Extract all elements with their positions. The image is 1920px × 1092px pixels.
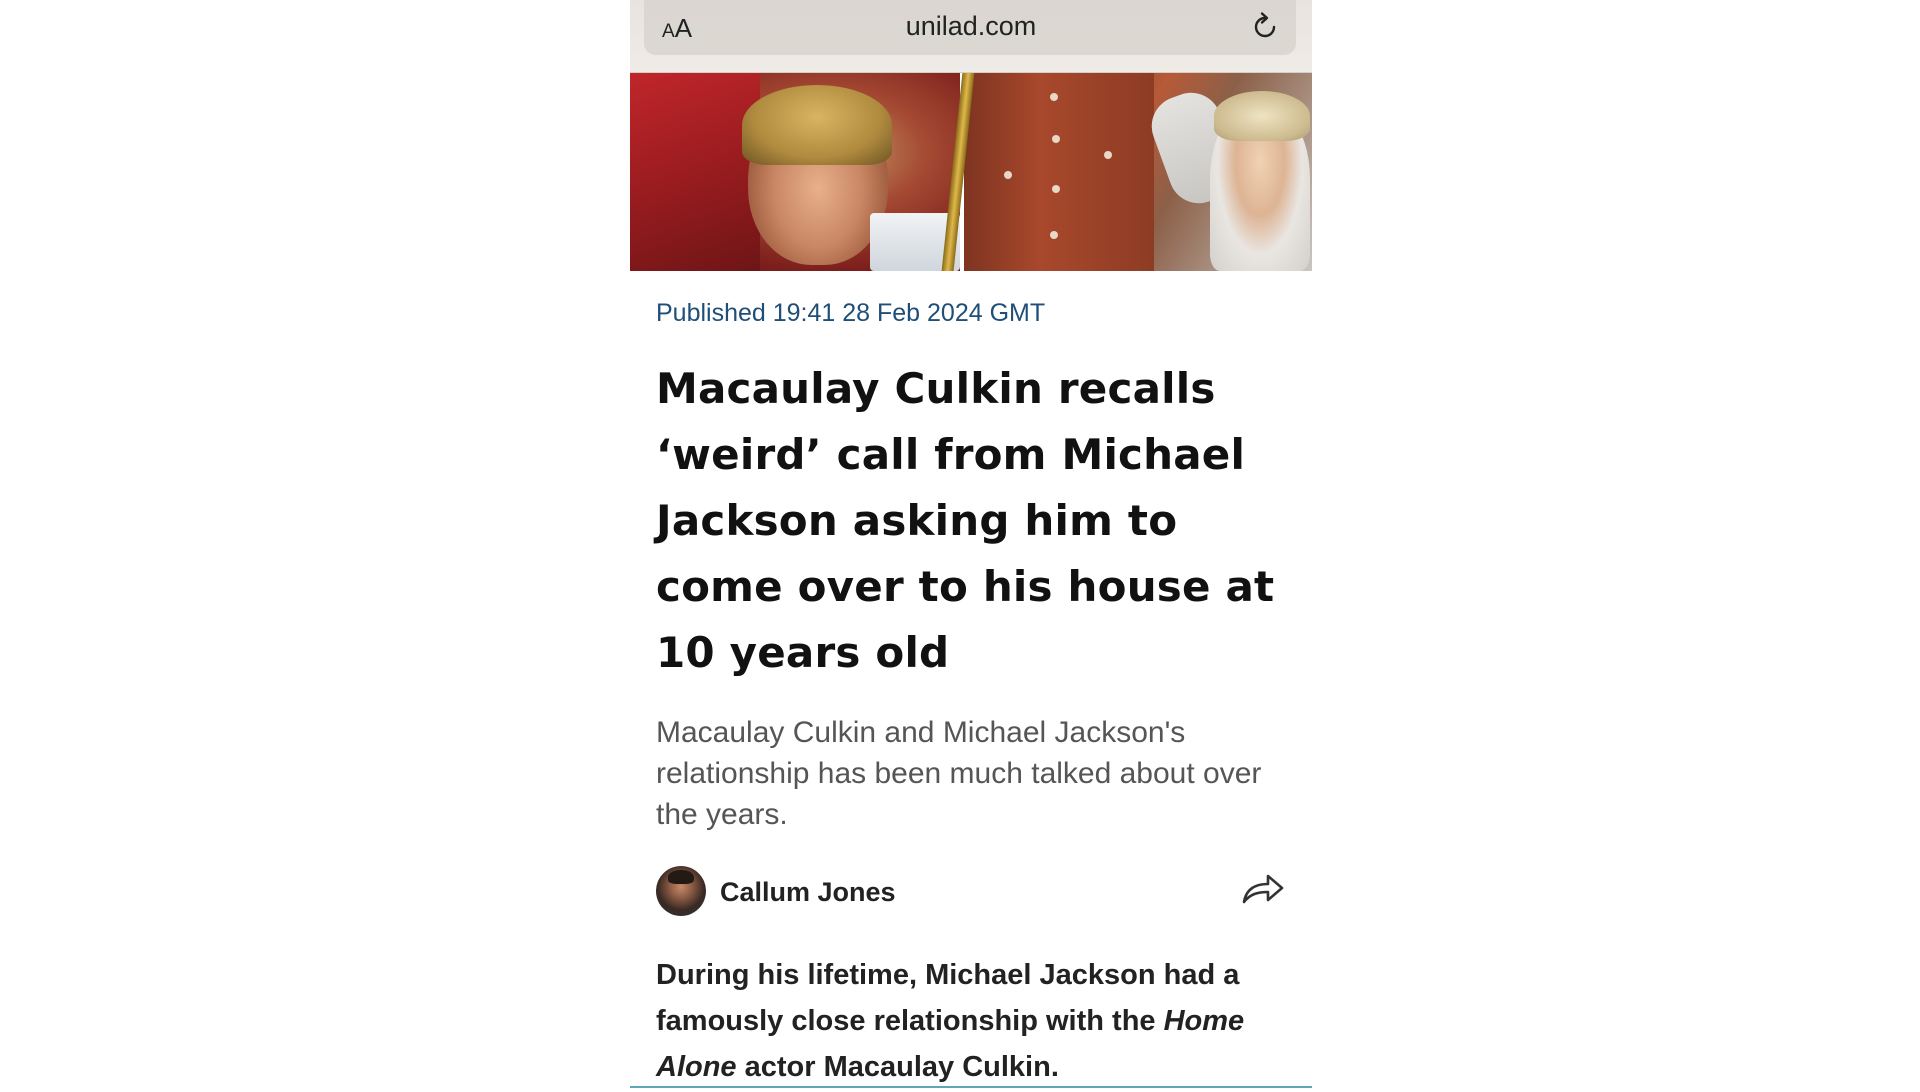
article-hero-image[interactable] (630, 73, 1312, 271)
hero-image-right-panel (964, 73, 1312, 271)
body-text-part-1: During his lifetime, Michael Jackson had… (656, 959, 1240, 1037)
article-body-paragraph: During his lifetime, Michael Jackson had… (656, 952, 1286, 1090)
page-background: AA unilad.com Published 19:41 28 Feb 202… (0, 0, 1920, 1092)
reload-icon[interactable] (1248, 10, 1282, 44)
browser-toolbar: AA unilad.com (630, 0, 1312, 73)
share-icon[interactable] (1240, 870, 1286, 908)
hero-image-left-panel (630, 73, 960, 271)
author-name[interactable]: Callum Jones (720, 874, 896, 910)
article-subtitle: Macaulay Culkin and Michael Jackson's re… (656, 716, 1262, 831)
author-avatar[interactable] (656, 866, 706, 916)
author-byline: Callum Jones (656, 866, 1286, 918)
article-headline: Macaulay Culkin recalls ‘weird’ call fro… (656, 364, 1275, 677)
mobile-browser-screen: AA unilad.com Published 19:41 28 Feb 202… (630, 0, 1312, 1092)
published-timestamp: Published 19:41 28 Feb 2024 GMT (656, 299, 1046, 327)
bottom-divider (630, 1086, 1312, 1088)
body-text-part-2: actor Macaulay Culkin. (736, 1051, 1059, 1083)
url-display[interactable]: unilad.com (630, 8, 1312, 44)
